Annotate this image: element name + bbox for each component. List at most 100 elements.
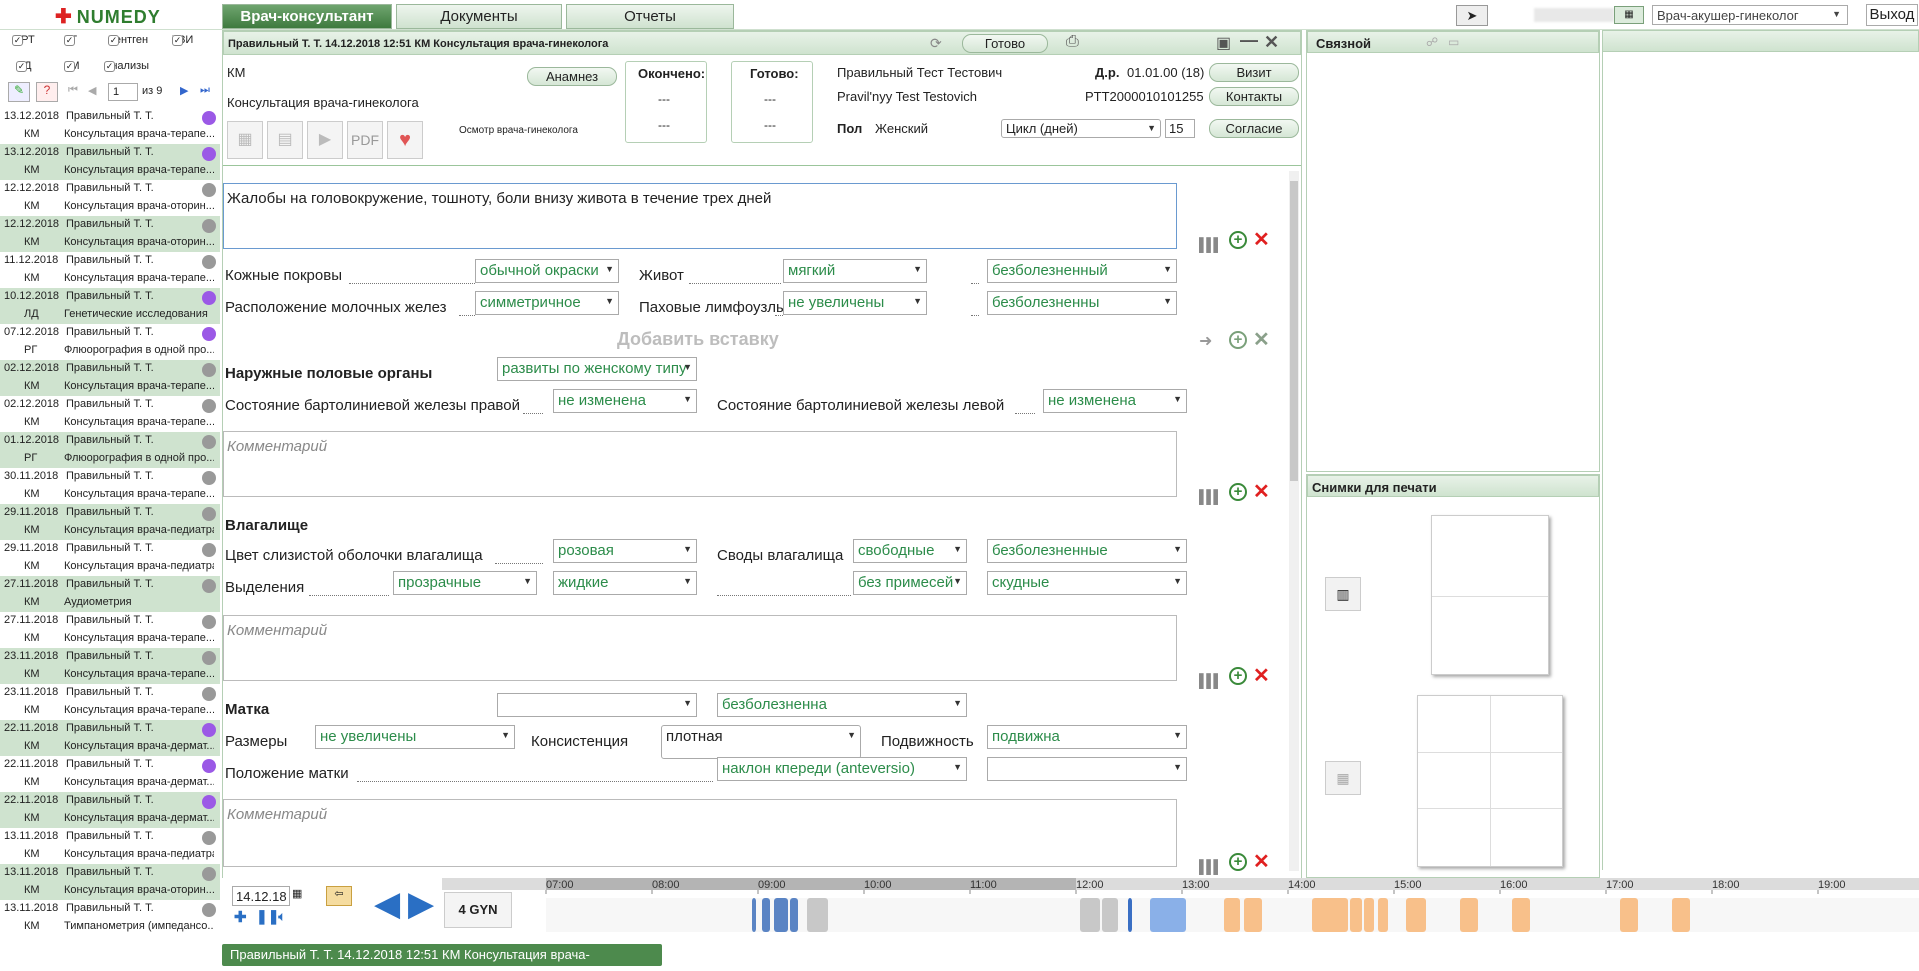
delete-icon[interactable]: ✕ <box>1253 852 1270 872</box>
uterus-select-2[interactable]: безболезненна ▼ <box>717 693 967 717</box>
link-icon[interactable]: ☍ <box>1426 35 1438 49</box>
list-item[interactable]: 23.11.2018 Правильный Т. Т. КМ Консультация… <box>0 684 220 720</box>
uterus-position-select[interactable]: наклон кпереди (anteversio) ▼ <box>717 757 967 781</box>
complaints-field[interactable]: Жалобы на головокружение, тошноту, боли … <box>223 183 1177 249</box>
delete-icon[interactable]: ✕ <box>1253 230 1270 250</box>
list-item[interactable]: 02.12.2018 Правильный Т. Т. КМ Консультация… <box>0 396 220 432</box>
list-item[interactable]: 13.12.2018 Правильный Т. Т. КМ Консультация… <box>0 108 220 144</box>
exit-button[interactable]: Выход <box>1866 4 1918 26</box>
list-item[interactable]: 22.11.2018 Правильный Т. Т. КМ Консультация… <box>0 720 220 756</box>
consistency-select[interactable]: плотная ▼ <box>661 725 861 759</box>
next-page-icon[interactable]: ▶ <box>180 84 188 97</box>
video-icon[interactable]: ▶ <box>307 121 343 159</box>
calendar-icon[interactable]: ▦ <box>1614 6 1644 24</box>
filter-xray[interactable]: ✓ Рентген <box>108 34 148 46</box>
active-document-tab[interactable]: Правильный Т. Т. 14.12.2018 12:51 КМ Кон… <box>222 944 662 971</box>
contacts-button[interactable]: Контакты <box>1209 87 1299 106</box>
list-item[interactable]: 22.11.2018 Правильный Т. Т. КМ Консультация… <box>0 792 220 828</box>
add-icon[interactable]: + <box>1229 483 1247 501</box>
add-icon[interactable]: + <box>1229 853 1247 871</box>
print-layout-6[interactable] <box>1417 695 1563 867</box>
filter-analyses[interactable]: ✓ Анализы <box>104 60 149 72</box>
bars-icon[interactable]: ▌▌▌ <box>1199 859 1223 874</box>
list-item[interactable]: 01.12.2018 Правильный Т. Т. РГ Флюорография… <box>0 432 220 468</box>
pause-icon[interactable]: ❚❚ <box>256 908 279 925</box>
uterus-select-1[interactable]: ▼ <box>497 693 697 717</box>
consent-button[interactable]: Согласие <box>1209 119 1299 138</box>
list-item[interactable]: 30.11.2018 Правильный Т. Т. КМ Консультация… <box>0 468 220 504</box>
list-item[interactable]: 10.12.2018 Правильный Т. Т. ЛД Генетические… <box>0 288 220 324</box>
compare-icon[interactable]: ▭ <box>1448 35 1459 49</box>
add-icon[interactable]: + <box>1229 667 1247 685</box>
first-page-icon[interactable]: ⏮ <box>68 84 78 97</box>
lymph-select-1[interactable]: не увеличены ▼ <box>783 291 927 315</box>
list-item[interactable]: 22.11.2018 Правильный Т. Т. КМ Консультация… <box>0 756 220 792</box>
prev-page-icon[interactable]: ◀ <box>88 84 96 97</box>
list-item[interactable]: 23.11.2018 Правильный Т. Т. КМ Консультация… <box>0 648 220 684</box>
list-item[interactable]: 13.11.2018 Правильный Т. Т. КМ Тимпанометри… <box>0 900 220 936</box>
date-input[interactable]: 14.12.18 <box>232 886 290 906</box>
size-select[interactable]: не увеличены ▼ <box>315 725 515 749</box>
mobility-select[interactable]: подвижна ▼ <box>987 725 1187 749</box>
arrow-right-icon[interactable]: ➜ <box>1199 331 1212 351</box>
tab-doctor-consultant[interactable]: Врач-консультант <box>222 4 392 29</box>
belly-select-1[interactable]: мягкий ▼ <box>783 259 927 283</box>
print-layout-2[interactable] <box>1431 515 1549 675</box>
close-icon[interactable]: ✕ <box>1264 32 1279 53</box>
filter-km[interactable]: ✓КМ <box>64 60 80 72</box>
delete-icon[interactable]: ✕ <box>1253 330 1270 350</box>
bars-icon[interactable]: ▌▌▌ <box>1199 489 1223 504</box>
tab-documents[interactable]: Документы <box>396 4 562 29</box>
discharge-select-2[interactable]: жидкие ▼ <box>553 571 697 595</box>
belly-select-2[interactable]: безболезненный ▼ <box>987 259 1177 283</box>
layout-6-icon[interactable]: ▦ <box>1325 761 1361 795</box>
list-item[interactable]: 13.11.2018 Правильный Т. Т. КМ Консультация… <box>0 828 220 864</box>
anamnesis-button[interactable]: Анамнез <box>527 67 617 86</box>
list-item[interactable]: 13.12.2018 Правильный Т. Т. КМ Консультация… <box>0 144 220 180</box>
timeline-track[interactable]: 07:00 08:00 09:00 10:00 11:00 12:00 13:00 14:00… <box>442 878 1919 936</box>
document-scrollbar[interactable] <box>1289 171 1299 871</box>
heart-icon[interactable]: ♥ <box>387 121 423 159</box>
comment-field-1[interactable]: Комментарий <box>223 431 1177 497</box>
scrollbar-thumb[interactable] <box>1290 181 1298 481</box>
last-page-icon[interactable]: ⏭ <box>200 84 210 97</box>
help-icon[interactable]: ? <box>36 82 58 102</box>
save-icon[interactable]: ▣ <box>1216 33 1231 53</box>
filter-kt[interactable]: ✓КТ <box>64 34 77 46</box>
minimize-icon[interactable]: — <box>1240 30 1258 51</box>
list-item[interactable]: 12.12.2018 Правильный Т. Т. КМ Консультация… <box>0 180 220 216</box>
role-select[interactable]: Врач-акушер-гинеколог ▼ <box>1652 5 1848 25</box>
add-icon[interactable]: + <box>1229 231 1247 249</box>
list-item[interactable]: 29.11.2018 Правильный Т. Т. КМ Консультация… <box>0 504 220 540</box>
list-item[interactable]: 11.12.2018 Правильный Т. Т. КМ Консультация… <box>0 252 220 288</box>
ready-button[interactable]: Готово <box>962 34 1048 53</box>
page-input[interactable]: 1 <box>108 83 138 101</box>
filter-us[interactable]: ✓УЗИ <box>172 34 193 46</box>
speaker-icon[interactable]: 🔈︎ <box>278 908 286 925</box>
bartholin-right-select[interactable]: не изменена ▼ <box>553 389 697 413</box>
bars-icon[interactable]: ▌▌▌ <box>1199 237 1223 252</box>
bartholin-left-select[interactable]: не изменена ▼ <box>1043 389 1187 413</box>
next-day-icon[interactable]: ▶ <box>408 884 434 924</box>
comment-field-2[interactable]: Комментарий <box>223 615 1177 681</box>
list-item[interactable]: 12.12.2018 Правильный Т. Т. КМ Консультация… <box>0 216 220 252</box>
list-item[interactable]: 07.12.2018 Правильный Т. Т. РГ Флюорография… <box>0 324 220 360</box>
list-item[interactable]: 29.11.2018 Правильный Т. Т. КМ Консультация… <box>0 540 220 576</box>
pdf-button[interactable]: PDF <box>347 121 383 159</box>
comment-field-3[interactable]: Комментарий <box>223 799 1177 867</box>
filter-mrt[interactable]: ✓ МРТ <box>12 34 35 46</box>
visit-button[interactable]: Визит <box>1209 63 1299 82</box>
print-icon[interactable]: ⎙ <box>1066 33 1079 51</box>
delete-icon[interactable]: ✕ <box>1253 482 1270 502</box>
discharge-select-3[interactable]: без примесей ▼ <box>853 571 967 595</box>
layout-2-icon[interactable]: ▥ <box>1325 577 1361 611</box>
bars-icon[interactable]: ▌▌▌ <box>1199 673 1223 688</box>
add-icon[interactable]: + <box>1229 331 1247 349</box>
skin-select[interactable]: обычной окраски ▼ <box>475 259 619 283</box>
list-item[interactable]: 02.12.2018 Правильный Т. Т. КМ Консультация… <box>0 360 220 396</box>
calendar-icon[interactable]: ▦ <box>292 887 302 900</box>
lymph-select-2[interactable]: безболезненны ▼ <box>987 291 1177 315</box>
breast-select[interactable]: симметричное ▼ <box>475 291 619 315</box>
mucosa-select[interactable]: розовая ▼ <box>553 539 697 563</box>
list-item[interactable]: 27.11.2018 Правильный Т. Т. КМ Консультация… <box>0 612 220 648</box>
